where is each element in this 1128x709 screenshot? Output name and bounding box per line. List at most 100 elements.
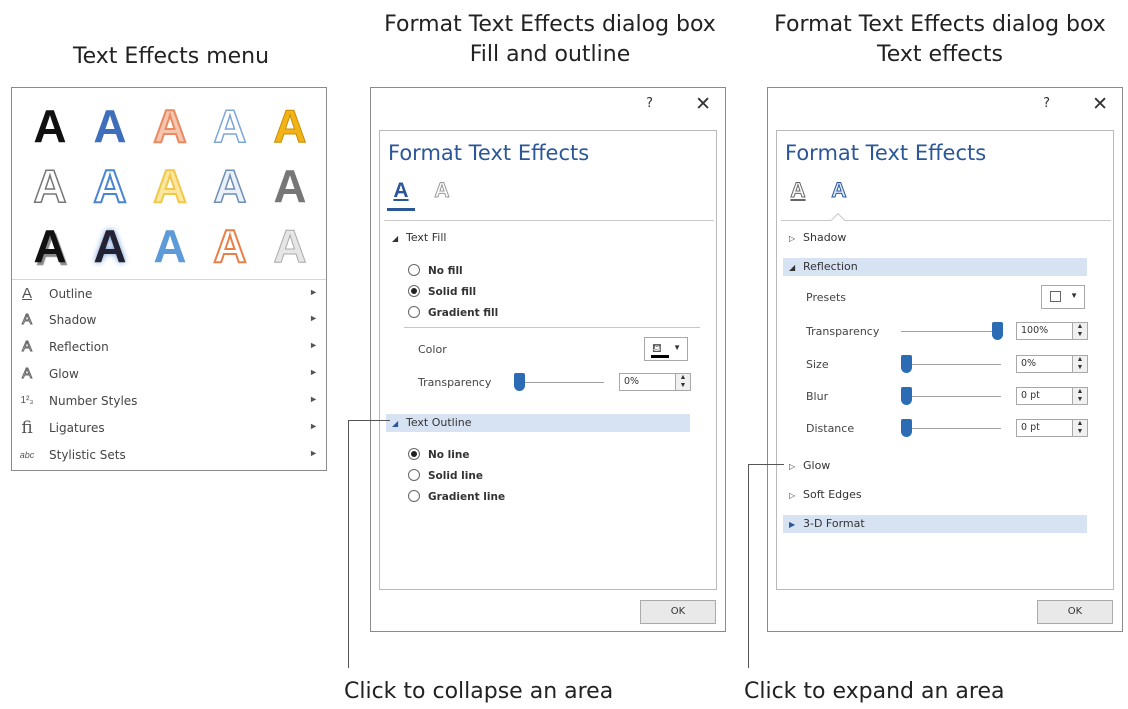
- spinner-arrows-icon[interactable]: ▲ ▼: [1072, 388, 1087, 404]
- tab-fill-outline[interactable]: A: [389, 177, 413, 205]
- radio-label: Solid line: [428, 470, 483, 482]
- spinner-arrows-icon[interactable]: ▲ ▼: [1072, 356, 1087, 372]
- chevron-right-icon: ►: [309, 394, 318, 404]
- text-effects-menu: A A A A A A A A A A A A A A A A Outline …: [11, 87, 327, 471]
- menu-item-reflection[interactable]: A Reflection ►: [12, 334, 326, 360]
- tab-divider: [384, 220, 714, 221]
- radio-solid-line[interactable]: Solid line: [408, 467, 608, 485]
- tab-text-effects[interactable]: A: [430, 177, 454, 205]
- transparency-slider-thumb[interactable]: [992, 322, 1003, 340]
- section-label: Reflection: [803, 260, 858, 273]
- tab-text-effects[interactable]: A: [827, 177, 851, 205]
- radio-circle: [408, 285, 420, 297]
- format-text-effects-dialog-fill: ? ✕ Format Text Effects A A ◢ Text Fill N…: [370, 87, 726, 632]
- radio-label: No fill: [428, 265, 463, 277]
- section-reflection[interactable]: ◢ Reflection: [783, 258, 1087, 276]
- menu-item-label: Outline: [49, 287, 93, 301]
- close-button[interactable]: ✕: [695, 93, 711, 115]
- radio-solid-fill[interactable]: Solid fill: [408, 283, 608, 301]
- section-text-outline[interactable]: ◢ Text Outline: [386, 414, 690, 432]
- dialog1-caption-line1: Format Text Effects dialog box: [384, 12, 716, 37]
- gallery-style-1[interactable]: A: [20, 96, 80, 156]
- gallery-style-4[interactable]: A: [200, 96, 260, 156]
- menu-item-label: Shadow: [49, 313, 97, 327]
- blur-slider-track[interactable]: [901, 396, 1001, 397]
- menu-item-glow[interactable]: A Glow ►: [12, 361, 326, 387]
- radio-label: Gradient fill: [428, 307, 499, 319]
- distance-slider-thumb[interactable]: [901, 419, 912, 437]
- radio-circle: [408, 490, 420, 502]
- distance-spinner[interactable]: 0 pt ▲ ▼: [1016, 419, 1088, 437]
- section-shadow[interactable]: ▷ Shadow: [783, 229, 1087, 247]
- transparency-value: 100%: [1021, 325, 1049, 336]
- spinner-arrows-icon[interactable]: ▲ ▼: [1072, 323, 1087, 339]
- size-value: 0%: [1021, 358, 1037, 369]
- radio-no-line[interactable]: No line: [408, 446, 608, 464]
- blur-spinner[interactable]: 0 pt ▲ ▼: [1016, 387, 1088, 405]
- gallery-style-12[interactable]: A: [80, 216, 140, 276]
- gallery-style-9[interactable]: A: [200, 156, 260, 216]
- distance-slider-track[interactable]: [901, 428, 1001, 429]
- gallery-style-2[interactable]: A: [80, 96, 140, 156]
- task-pane: Format Text Effects A A ◢ Text Fill No fi…: [379, 130, 717, 590]
- radio-label: Gradient line: [428, 491, 506, 503]
- close-button[interactable]: ✕: [1092, 93, 1108, 115]
- spinner-arrows-icon[interactable]: ▲ ▼: [1072, 420, 1087, 436]
- task-pane: Format Text Effects A A ▷ Shadow ◢ Reflect…: [776, 130, 1114, 590]
- transparency-spinner[interactable]: 100% ▲ ▼: [1016, 322, 1088, 340]
- dialog1-caption: Format Text Effects dialog box Fill and …: [360, 10, 740, 70]
- format-text-effects-dialog-effects: ? ✕ Format Text Effects A A ▷ Shadow ◢ Ref…: [767, 87, 1123, 632]
- dialog2-caption: Format Text Effects dialog box Text effe…: [750, 10, 1128, 70]
- gallery-style-10[interactable]: A: [260, 156, 320, 216]
- gallery-style-15[interactable]: A: [260, 216, 320, 276]
- callout-expand-pointer: [748, 464, 784, 465]
- tab-fill-outline[interactable]: A: [786, 177, 810, 205]
- transparency-slider-track[interactable]: [901, 331, 1001, 332]
- section-text-fill[interactable]: ◢ Text Fill: [386, 229, 690, 247]
- gallery-style-5[interactable]: A: [260, 96, 320, 156]
- menu-item-stylistic-sets[interactable]: abc Stylistic Sets ►: [12, 442, 326, 468]
- section-3d-format[interactable]: ▶ 3-D Format: [783, 515, 1087, 533]
- size-spinner[interactable]: 0% ▲ ▼: [1016, 355, 1088, 373]
- expand-triangle-icon: ▷: [789, 491, 796, 500]
- gallery-style-6[interactable]: A: [20, 156, 80, 216]
- radio-gradient-fill[interactable]: Gradient fill: [408, 304, 608, 322]
- menu-item-outline[interactable]: A Outline ►: [12, 281, 326, 307]
- collapse-triangle-icon: ◢: [789, 263, 796, 272]
- dialog2-caption-line2: Text effects: [877, 42, 1003, 67]
- transparency-slider-thumb[interactable]: [514, 373, 525, 391]
- radio-circle: [408, 469, 420, 481]
- transparency-spinner[interactable]: 0% ▲ ▼: [619, 373, 691, 391]
- transparency-label: Transparency: [806, 325, 880, 338]
- section-label: 3-D Format: [803, 517, 865, 530]
- gallery-style-8[interactable]: A: [140, 156, 200, 216]
- gallery-style-3[interactable]: A: [140, 96, 200, 156]
- help-button[interactable]: ?: [646, 96, 653, 111]
- dialog1-caption-line2: Fill and outline: [469, 42, 631, 67]
- menu-item-ligatures[interactable]: fi Ligatures ►: [12, 415, 326, 441]
- transparency-slider-track[interactable]: [514, 382, 604, 383]
- radio-no-fill[interactable]: No fill: [408, 262, 608, 280]
- presets-dropdown[interactable]: ▼: [1041, 285, 1085, 309]
- distance-label: Distance: [806, 422, 855, 435]
- blur-slider-thumb[interactable]: [901, 387, 912, 405]
- menu-item-shadow[interactable]: A Shadow ►: [12, 307, 326, 333]
- section-soft-edges[interactable]: ▷ Soft Edges: [783, 486, 1087, 504]
- size-slider-thumb[interactable]: [901, 355, 912, 373]
- ok-button[interactable]: OK: [1037, 600, 1113, 624]
- gallery-style-7[interactable]: A: [80, 156, 140, 216]
- size-slider-track[interactable]: [901, 364, 1001, 365]
- callout-collapse-pointer: [348, 420, 390, 421]
- help-button[interactable]: ?: [1043, 96, 1050, 111]
- color-picker-button[interactable]: ⛾ ▼: [644, 337, 688, 361]
- dialog2-caption-line1: Format Text Effects dialog box: [774, 12, 1106, 37]
- spinner-arrows-icon[interactable]: ▲ ▼: [675, 374, 690, 390]
- section-glow[interactable]: ▷ Glow: [783, 457, 1087, 475]
- radio-gradient-line[interactable]: Gradient line: [408, 488, 608, 506]
- gallery-style-14[interactable]: A: [200, 216, 260, 276]
- gallery-style-13[interactable]: A: [140, 216, 200, 276]
- ok-button[interactable]: OK: [640, 600, 716, 624]
- gallery-style-11[interactable]: A: [20, 216, 80, 276]
- chevron-right-icon: ►: [309, 340, 318, 350]
- menu-item-number-styles[interactable]: 1²₃ Number Styles ►: [12, 388, 326, 414]
